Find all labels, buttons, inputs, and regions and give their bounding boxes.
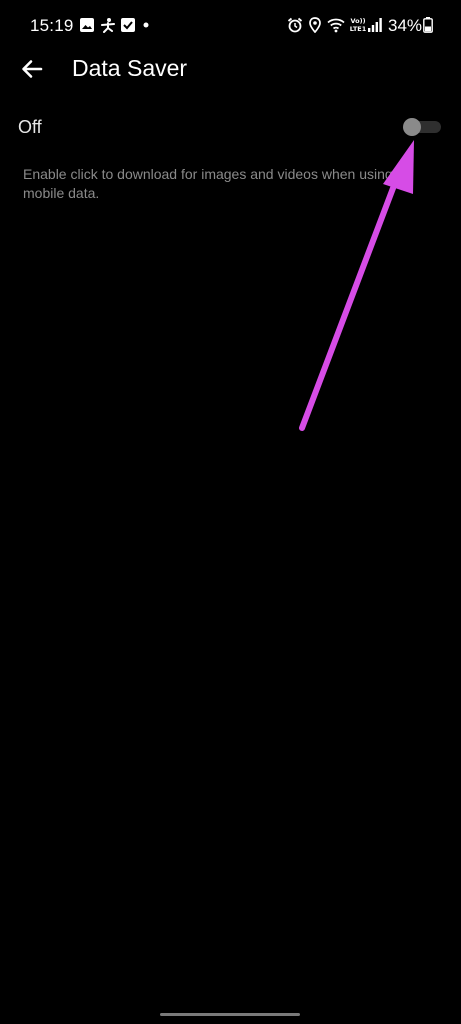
back-arrow-icon bbox=[22, 60, 43, 78]
status-time: 15:19 bbox=[30, 16, 74, 35]
data-saver-toggle[interactable] bbox=[403, 118, 441, 136]
annotation-arrow bbox=[299, 140, 414, 431]
battery-percent: 34% bbox=[388, 16, 423, 35]
home-indicator[interactable] bbox=[160, 1013, 300, 1016]
alarm-icon bbox=[287, 17, 303, 33]
location-icon bbox=[309, 17, 321, 33]
battery-icon bbox=[423, 17, 433, 33]
volte-indicator: Vo)) LTE1 bbox=[349, 17, 367, 33]
status-bar: 15:19 Vo)) LTE1 34% bbox=[0, 0, 461, 52]
data-saver-state-label: Off bbox=[18, 117, 42, 137]
checkbox-icon bbox=[121, 18, 135, 32]
wifi-icon bbox=[327, 18, 345, 33]
gallery-icon bbox=[80, 18, 94, 32]
annotation-arrow-shaft bbox=[299, 172, 401, 431]
toggle-thumb bbox=[403, 118, 421, 136]
accessibility-icon bbox=[101, 18, 115, 33]
signal-icon bbox=[368, 18, 382, 32]
page-title: Data Saver bbox=[72, 55, 188, 81]
dot-icon bbox=[143, 22, 149, 28]
back-button[interactable] bbox=[14, 53, 50, 85]
setting-description: Enable click to download for images and … bbox=[23, 166, 393, 201]
